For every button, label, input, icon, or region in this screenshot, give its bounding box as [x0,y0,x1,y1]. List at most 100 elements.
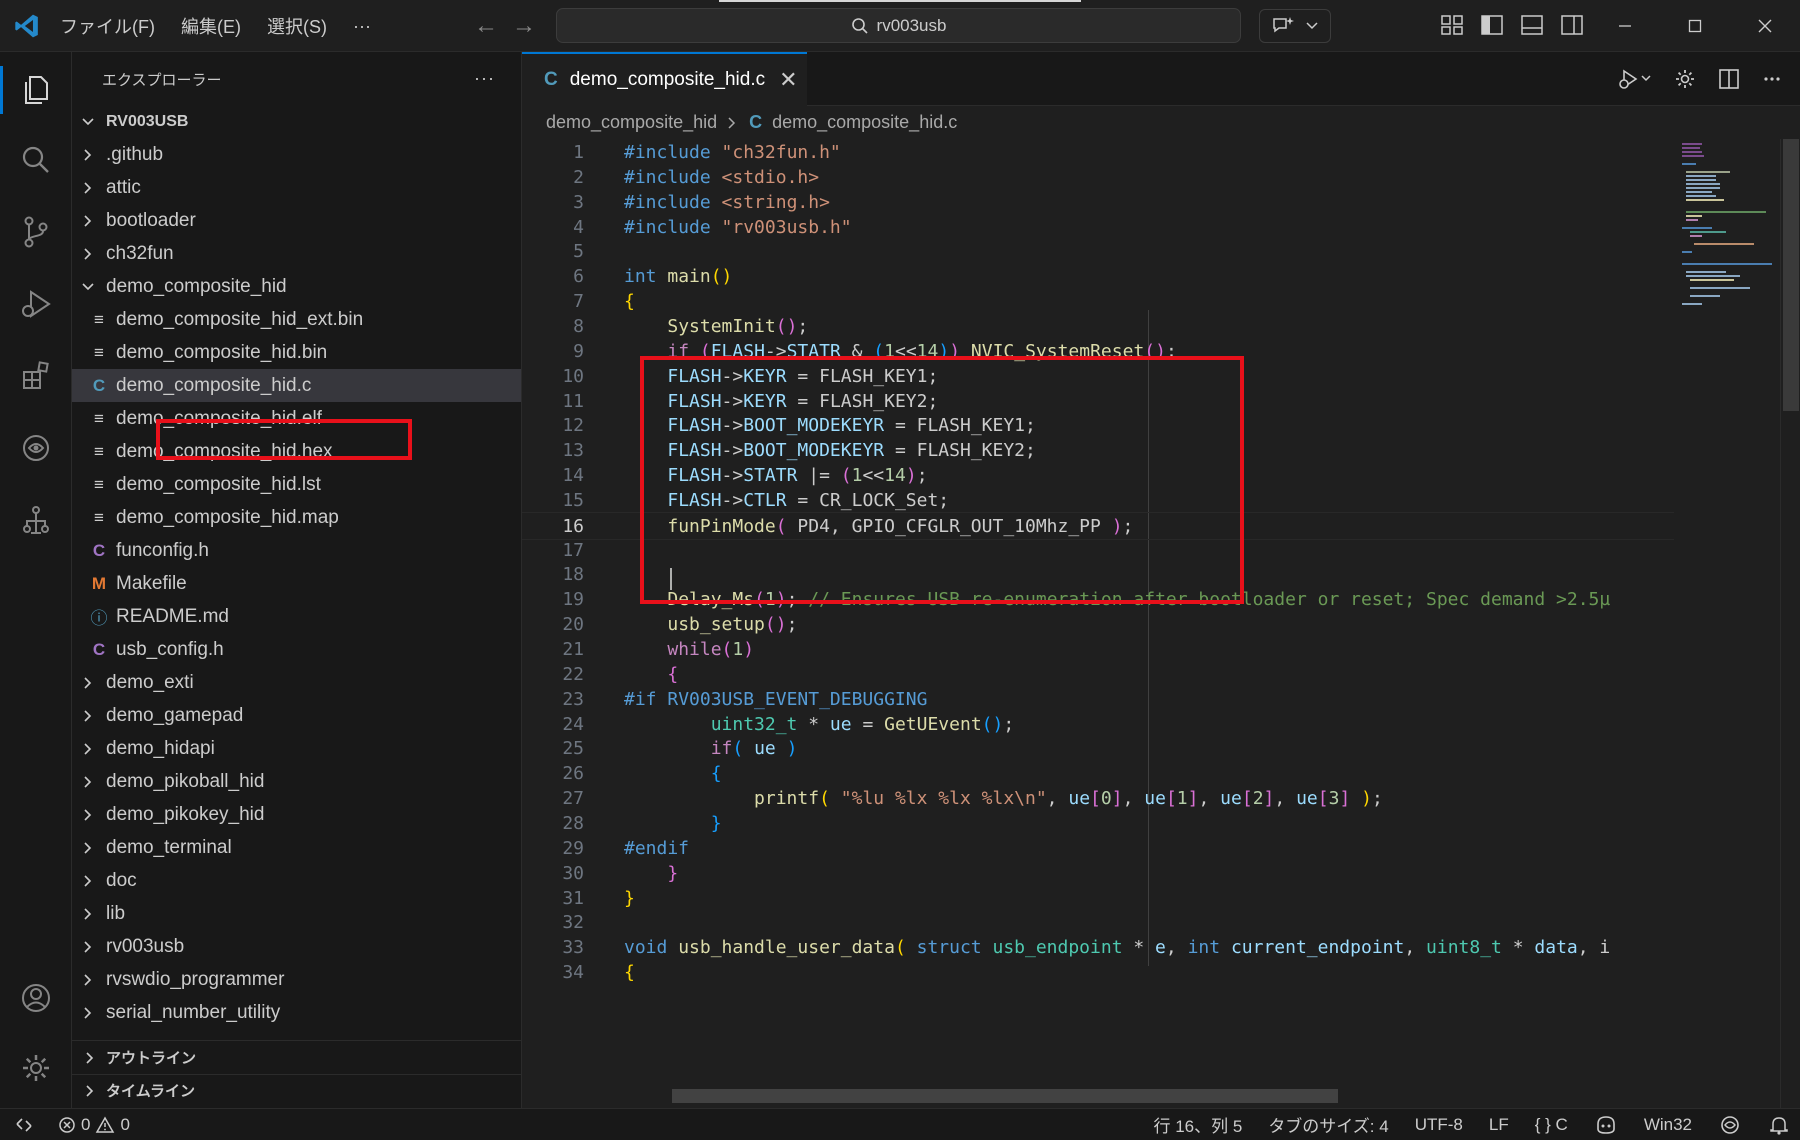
code-token: * [1501,937,1535,959]
toggle-secondary-sidebar-icon[interactable] [1560,14,1584,36]
code-editor[interactable]: 1 #include "ch32fun.h" 2 #include <stdio.h>… [522,139,1674,1108]
menu-file[interactable]: ファイル(F) [60,13,155,39]
breadcrumb-folder[interactable]: demo_composite_hid [546,112,717,133]
bell-icon[interactable] [1768,1114,1790,1136]
folder-item[interactable]: attic [72,171,521,204]
folder-item[interactable]: serial_number_utility [72,996,521,1029]
breadcrumb-file[interactable]: demo_composite_hid.c [772,112,957,133]
menu-selection[interactable]: 選択(S) [267,13,327,39]
file-item[interactable]: ≡ demo_composite_hid.bin [72,336,521,369]
activity-run-debug[interactable] [0,272,72,336]
activity-extensions[interactable] [0,344,72,408]
menu-edit[interactable]: 編集(E) [181,13,241,39]
file-item[interactable]: ≡ demo_composite_hid.map [72,501,521,534]
code-token: , [1122,788,1145,810]
search-text: rv003usb [876,15,947,35]
account-icon [22,984,50,1012]
code-token: [ [1241,788,1253,810]
encoding[interactable]: UTF-8 [1415,1115,1463,1135]
activity-accounts[interactable] [0,966,72,1030]
folder-item[interactable]: doc [72,864,521,897]
folder-item[interactable]: demo_pikokey_hid [72,798,521,831]
toggle-primary-sidebar-icon[interactable] [1480,14,1504,36]
more-actions-icon[interactable] [1762,68,1782,90]
customize-layout-icon[interactable] [1440,14,1464,36]
workspace-root[interactable]: RV003USB [72,105,521,138]
code-token: 3 [1328,788,1340,810]
minimize-button[interactable] [1590,0,1660,52]
folder-item[interactable]: demo_terminal [72,831,521,864]
activity-source-control[interactable] [0,200,72,264]
run-debug-dropdown-icon[interactable] [1618,68,1652,90]
remote-indicator[interactable] [0,1109,48,1140]
chevron-right-icon [84,907,92,920]
activity-explorer[interactable] [0,58,72,122]
command-center-search[interactable]: rv003usb [556,8,1241,43]
activity-tree-tool[interactable] [0,488,72,552]
close-window-button[interactable] [1730,0,1800,52]
tree-item-label: demo_terminal [106,836,232,858]
code-line: 34 { [522,959,1674,988]
tree-item-label: demo_exti [106,671,194,693]
horizontal-scrollbar[interactable] [672,1089,1338,1103]
folder-item[interactable]: lib [72,897,521,930]
split-editor-icon[interactable] [1718,68,1740,90]
copilot-chat-button[interactable] [1259,9,1331,43]
language-mode[interactable]: { } C [1535,1115,1568,1135]
vertical-scrollbar-thumb[interactable] [1783,139,1799,411]
activity-manage[interactable] [0,1036,72,1100]
folder-item[interactable]: demo_pikoball_hid [72,765,521,798]
code-token: int [624,266,668,288]
folder-item[interactable]: demo_composite_hid [72,270,521,303]
back-arrow-icon[interactable]: ← [474,12,498,40]
folder-item[interactable]: demo_exti [72,666,521,699]
file-item[interactable]: ≡ demo_composite_hid.lst [72,468,521,501]
file-item[interactable]: M Makefile [72,567,521,600]
chevron-right-icon [84,973,92,986]
platform[interactable]: Win32 [1644,1115,1692,1135]
text-file-icon: ≡ [94,309,104,329]
robot-face-icon[interactable] [1718,1114,1742,1136]
file-item[interactable]: Cfunconfig.h [72,534,521,567]
tree-item-label: funconfig.h [116,539,209,561]
explorer-more-button[interactable]: ··· [474,68,495,89]
forward-arrow-icon[interactable]: → [512,12,536,40]
code-token: ; [1003,713,1015,735]
text-cursor [670,568,672,590]
problems-indicator[interactable]: 0 0 [58,1109,130,1140]
folder-item[interactable]: bootloader [72,204,521,237]
code-token: printf [754,788,820,810]
activity-search[interactable] [0,128,72,192]
end-of-line[interactable]: LF [1489,1115,1509,1135]
menu-more[interactable]: ··· [353,16,371,37]
search-icon [22,146,49,173]
status-right-items: 行 16、列 5 タブのサイズ: 4 UTF-8 LF { } C Win32 [1154,1109,1791,1140]
tab-size[interactable]: タブのサイズ: 4 [1268,1112,1388,1137]
folder-item[interactable]: demo_hidapi [72,732,521,765]
cursor-position[interactable]: 行 16、列 5 [1154,1112,1243,1137]
minimap[interactable] [1674,139,1780,1108]
timeline-panel-header[interactable]: タイムライン [72,1074,521,1107]
folder-item[interactable]: .github [72,138,521,171]
tab-demo-composite-hid-c[interactable]: C demo_composite_hid.c ✕ [522,52,807,106]
file-item[interactable]: ≡ demo_composite_hid_ext.bin [72,303,521,336]
file-item[interactable]: Cdemo_composite_hid.c [72,369,521,402]
tab-close-icon[interactable]: ✕ [779,67,797,93]
file-item[interactable]: ⓘ README.md [72,600,521,633]
activity-platformio[interactable] [0,416,72,480]
vertical-scrollbar[interactable] [1780,139,1800,1108]
code-token: ue [754,738,776,760]
folder-item[interactable]: rv003usb [72,930,521,963]
maximize-button[interactable] [1660,0,1730,52]
chat-sparkle-icon [1273,17,1294,33]
file-item[interactable]: Cusb_config.h [72,633,521,666]
folder-item[interactable]: rvswdio_programmer [72,963,521,996]
copilot-icon[interactable] [1594,1114,1618,1136]
outline-panel-header[interactable]: アウトライン [72,1041,521,1074]
tree-item-label: demo_composite_hid [106,275,287,297]
toggle-panel-icon[interactable] [1520,14,1544,36]
folder-item[interactable]: ch32fun [72,237,521,270]
gear-icon[interactable] [1674,68,1696,90]
folder-item[interactable]: demo_gamepad [72,699,521,732]
chevron-right-icon [84,181,92,194]
